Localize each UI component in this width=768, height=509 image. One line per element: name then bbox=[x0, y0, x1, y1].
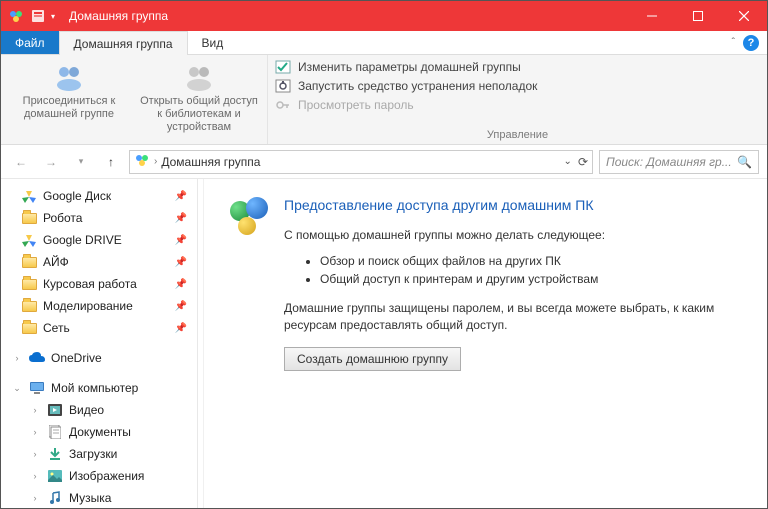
crumb-separator-icon[interactable]: › bbox=[154, 156, 157, 167]
close-button[interactable] bbox=[721, 1, 767, 31]
ribbon-join-homegroup[interactable]: Присоединиться к домашней группе bbox=[9, 59, 129, 140]
breadcrumb[interactable]: Домашняя группа bbox=[161, 155, 260, 169]
bullet-1: Обзор и поиск общих файлов на других ПК bbox=[320, 252, 743, 270]
tree-item-google-drive[interactable]: Google DRIVE📌 bbox=[1, 229, 197, 251]
key-icon bbox=[274, 97, 292, 113]
folder-icon bbox=[21, 298, 37, 314]
tree-item-documents[interactable]: ›Документы bbox=[1, 421, 197, 443]
collapse-icon[interactable]: ⌄ bbox=[11, 383, 23, 394]
folder-icon bbox=[21, 276, 37, 292]
qat-dropdown-icon[interactable]: ▾ bbox=[51, 12, 61, 21]
tree-item-modelirovanie[interactable]: Моделирование📌 bbox=[1, 295, 197, 317]
computer-icon bbox=[29, 380, 45, 396]
people-share-icon bbox=[183, 61, 215, 93]
bullet-2: Общий доступ к принтерам и другим устрой… bbox=[320, 270, 743, 288]
google-drive-icon bbox=[21, 232, 37, 248]
nav-back-button[interactable]: ← bbox=[9, 150, 33, 174]
people-join-icon bbox=[53, 61, 85, 93]
expand-icon[interactable]: › bbox=[29, 405, 41, 415]
help-icon[interactable]: ? bbox=[743, 35, 759, 51]
settings-check-icon bbox=[274, 59, 292, 75]
pictures-icon bbox=[47, 468, 63, 484]
video-icon bbox=[47, 402, 63, 418]
navigation-tree[interactable]: Google Диск📌 Робота📌 Google DRIVE📌 АЙФ📌 … bbox=[1, 179, 198, 508]
pin-icon: 📌 bbox=[175, 279, 187, 290]
music-icon bbox=[47, 490, 63, 506]
tree-item-kursovaya[interactable]: Курсовая работа📌 bbox=[1, 273, 197, 295]
pin-icon: 📌 bbox=[175, 213, 187, 224]
ribbon-collapse-icon[interactable]: ˆ bbox=[732, 37, 735, 48]
folder-icon bbox=[21, 320, 37, 336]
pin-icon: 📌 bbox=[175, 323, 187, 334]
ribbon: Присоединиться к домашней группе Открыть… bbox=[1, 55, 767, 145]
tree-item-robota[interactable]: Робота📌 bbox=[1, 207, 197, 229]
minimize-button[interactable] bbox=[629, 1, 675, 31]
tree-item-my-computer[interactable]: ⌄Мой компьютер bbox=[1, 377, 197, 399]
pin-icon: 📌 bbox=[175, 257, 187, 268]
tree-item-video[interactable]: ›Видео bbox=[1, 399, 197, 421]
tab-view[interactable]: Вид bbox=[188, 31, 238, 54]
address-field[interactable]: › Домашняя группа ⌄ ⟳ bbox=[129, 150, 593, 174]
create-homegroup-button[interactable]: Создать домашнюю группу bbox=[284, 347, 461, 371]
search-input[interactable]: Поиск: Домашняя гр... 🔍 bbox=[599, 150, 759, 174]
ribbon-view-password: Просмотреть пароль bbox=[274, 97, 761, 113]
tree-item-onedrive[interactable]: ›OneDrive bbox=[1, 347, 197, 369]
protected-text: Домашние группы защищены паролем, и вы в… bbox=[284, 300, 743, 334]
cloud-icon bbox=[29, 350, 45, 366]
tree-item-set[interactable]: Сеть📌 bbox=[1, 317, 197, 339]
expand-icon[interactable]: › bbox=[11, 353, 23, 363]
wrench-icon bbox=[274, 78, 292, 94]
ribbon-tabs: Файл Домашняя группа Вид ˆ ? bbox=[1, 31, 767, 55]
tree-item-music[interactable]: ›Музыка bbox=[1, 487, 197, 508]
content-heading: Предоставление доступа другим домашним П… bbox=[284, 197, 743, 213]
tree-item-downloads[interactable]: ›Загрузки bbox=[1, 443, 197, 465]
pin-icon: 📌 bbox=[175, 301, 187, 312]
ribbon-share-libraries[interactable]: Открыть общий доступ к библиотекам и уст… bbox=[139, 59, 259, 140]
nav-forward-button: → bbox=[39, 150, 63, 174]
homegroup-large-icon bbox=[228, 197, 270, 239]
address-bar: ← → ▾ ↑ › Домашняя группа ⌄ ⟳ Поиск: Дом… bbox=[1, 145, 767, 179]
ribbon-group-label: Управление bbox=[268, 129, 767, 144]
title-bar: ▾ Домашняя группа bbox=[1, 1, 767, 31]
nav-up-button[interactable]: ↑ bbox=[99, 150, 123, 174]
expand-icon[interactable]: › bbox=[29, 493, 41, 503]
expand-icon[interactable]: › bbox=[29, 427, 41, 437]
downloads-icon bbox=[47, 446, 63, 462]
ribbon-troubleshoot[interactable]: Запустить средство устранения неполадок bbox=[274, 78, 761, 94]
quick-access-toolbar: ▾ bbox=[7, 7, 61, 25]
expand-icon[interactable]: › bbox=[29, 449, 41, 459]
documents-icon bbox=[47, 424, 63, 440]
tab-file[interactable]: Файл bbox=[1, 31, 59, 54]
homegroup-small-icon bbox=[134, 152, 150, 171]
address-dropdown-icon[interactable]: ⌄ bbox=[564, 156, 572, 167]
folder-icon bbox=[21, 210, 37, 226]
maximize-button[interactable] bbox=[675, 1, 721, 31]
pin-icon: 📌 bbox=[175, 235, 187, 246]
pin-icon: 📌 bbox=[175, 191, 187, 202]
folder-icon bbox=[21, 254, 37, 270]
tree-item-pictures[interactable]: ›Изображения bbox=[1, 465, 197, 487]
search-icon: 🔍 bbox=[737, 155, 752, 169]
nav-recent-dropdown[interactable]: ▾ bbox=[69, 150, 93, 174]
google-drive-icon bbox=[21, 188, 37, 204]
content-pane: Предоставление доступа другим домашним П… bbox=[204, 179, 767, 508]
expand-icon[interactable]: › bbox=[29, 471, 41, 481]
homegroup-icon bbox=[7, 7, 25, 25]
tab-homegroup[interactable]: Домашняя группа bbox=[59, 31, 188, 55]
tree-item-google-disk[interactable]: Google Диск📌 bbox=[1, 185, 197, 207]
tree-item-aif[interactable]: АЙФ📌 bbox=[1, 251, 197, 273]
intro-text: С помощью домашней группы можно делать с… bbox=[284, 227, 743, 244]
window-title: Домашняя группа bbox=[69, 9, 168, 23]
refresh-icon[interactable]: ⟳ bbox=[578, 155, 588, 169]
ribbon-change-params[interactable]: Изменить параметры домашней группы bbox=[274, 59, 761, 75]
qat-properties-icon[interactable] bbox=[29, 7, 47, 25]
